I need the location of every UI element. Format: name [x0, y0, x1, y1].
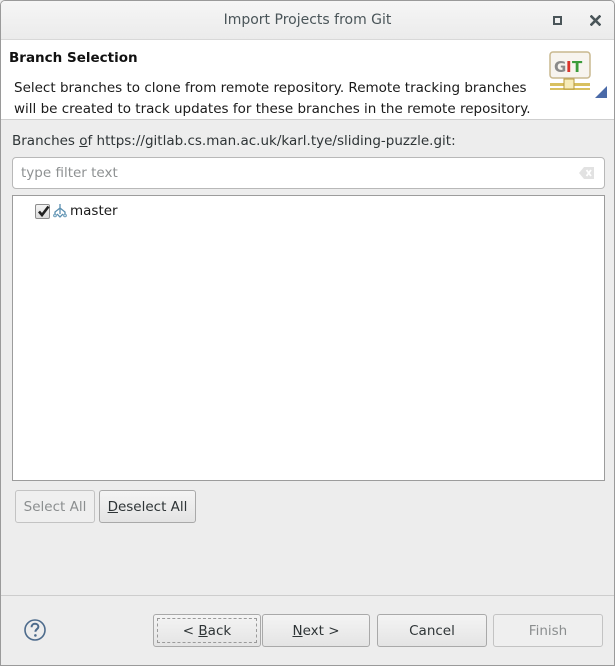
- close-icon: [589, 14, 601, 26]
- cancel-button[interactable]: Cancel: [377, 614, 487, 647]
- branch-name: master: [70, 203, 118, 219]
- branches-label: Branches of https://gitlab.cs.man.ac.uk/…: [12, 133, 456, 149]
- page-description: Select branches to clone from remote rep…: [14, 80, 531, 117]
- deselect-label: eselect All: [117, 498, 188, 515]
- branch-item[interactable]: master: [35, 201, 118, 221]
- filter-field: [12, 157, 605, 189]
- next-label: ext >: [302, 622, 340, 639]
- import-projects-dialog: Import Projects from Git Branch Selectio…: [0, 0, 615, 666]
- next-button[interactable]: Next >: [262, 614, 370, 647]
- branch-tree: master: [12, 195, 605, 481]
- branch-icon: [53, 204, 67, 218]
- branches-label-prefix: Branches: [12, 133, 80, 149]
- back-button[interactable]: < Back: [153, 614, 261, 647]
- filter-input[interactable]: [13, 158, 553, 188]
- page-title: Branch Selection: [9, 50, 138, 66]
- deselect-mnemonic: D: [107, 498, 118, 515]
- close-button[interactable]: [586, 11, 604, 29]
- window-title: Import Projects from Git: [223, 12, 392, 28]
- footer-separator: [1, 595, 614, 596]
- next-mnemonic: N: [292, 622, 303, 639]
- clear-filter-icon[interactable]: [579, 166, 595, 180]
- checkmark-icon: [38, 205, 50, 217]
- svg-text:I: I: [566, 58, 572, 76]
- git-logo-icon: G I T: [549, 51, 607, 98]
- branches-label-mnemonic: o: [79, 133, 88, 149]
- branches-label-url: f https://gitlab.cs.man.ac.uk/karl.tye/s…: [87, 133, 456, 149]
- select-all-button[interactable]: Select All: [15, 490, 95, 523]
- focus-ring: [157, 618, 257, 643]
- branch-checkbox[interactable]: [35, 203, 50, 219]
- help-icon[interactable]: [23, 618, 47, 642]
- wizard-banner: Branch Selection Select branches to clon…: [1, 40, 614, 120]
- svg-text:T: T: [572, 58, 583, 76]
- svg-text:G: G: [554, 58, 566, 76]
- maximize-icon: [552, 15, 562, 25]
- maximize-button[interactable]: [548, 11, 566, 29]
- deselect-all-button[interactable]: Deselect All: [99, 490, 196, 523]
- title-bar: Import Projects from Git: [1, 1, 614, 40]
- finish-button[interactable]: Finish: [493, 614, 603, 647]
